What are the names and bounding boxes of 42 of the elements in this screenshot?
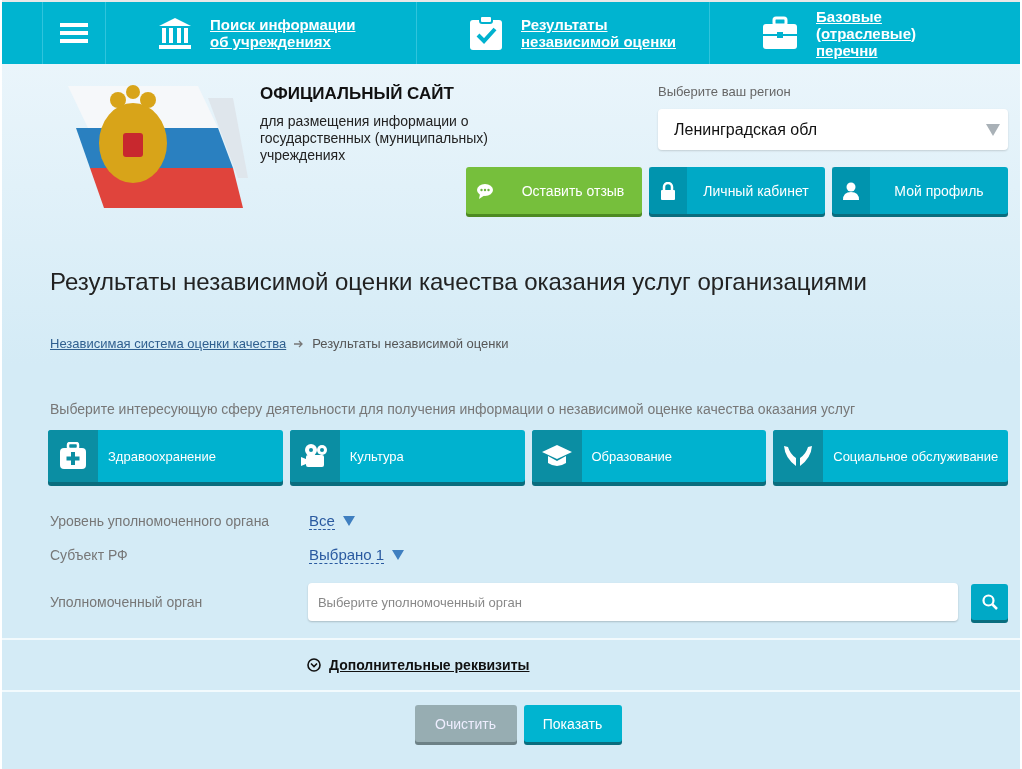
breadcrumb-current: Результаты независимой оценки: [312, 336, 509, 351]
arrow-right-icon: [294, 339, 305, 348]
page-title: Результаты независимой оценки качества оказания услуг организациями: [50, 268, 868, 296]
region-dropdown[interactable]: Ленинградская обл: [658, 109, 1008, 150]
expand-toggle-link[interactable]: Дополнительные реквизиты: [307, 657, 530, 673]
region-label: Выберите ваш регион: [658, 84, 792, 99]
columns-icon: [158, 16, 192, 50]
cupped-hands-icon: [782, 444, 815, 468]
briefcase-icon: [762, 16, 798, 50]
clipboard-check-icon: [469, 15, 503, 51]
dropdown-link[interactable]: Все: [309, 512, 335, 530]
person-icon: [843, 181, 859, 200]
dropdown-triangle-icon: [342, 516, 355, 526]
site-title: ОФИЦИАЛЬНЫЙ САЙТ: [260, 84, 455, 104]
menu-button[interactable]: [60, 22, 88, 44]
nav-link[interactable]: Поиск информации об учреждениях: [210, 16, 370, 50]
movie-camera-icon: [299, 443, 330, 469]
search-icon: [981, 594, 998, 610]
speech-bubble-icon: [476, 182, 494, 199]
prompt-text: Выберите интересующую сферу деятельности для получения информации о независимой оценке качества оказания услуг: [50, 401, 857, 417]
breadcrumb-link[interactable]: Независимая система оценки качества: [50, 336, 287, 351]
graduation-cap-icon: [540, 443, 573, 469]
clear-button[interactable]: Очистить: [414, 705, 517, 742]
account-button[interactable]: Личный кабинет: [649, 167, 825, 214]
profile-button[interactable]: Мой профиль: [832, 167, 1008, 214]
dropdown-triangle-icon: [986, 123, 1000, 136]
feedback-button[interactable]: Оставить отзыв: [466, 167, 642, 214]
lock-icon: [661, 181, 675, 200]
filter-label: Уполномоченный орган: [49, 594, 204, 610]
filter-label: Уровень уполномоченного органа: [49, 513, 271, 529]
dropdown-triangle-icon: [392, 550, 405, 560]
chevron-down-circle-icon: [307, 658, 321, 672]
nav-link[interactable]: Базовые (отраслевые) перечни: [816, 7, 976, 59]
show-button[interactable]: Показать: [523, 705, 622, 742]
nav-link[interactable]: Результаты независимой оценки: [521, 16, 681, 50]
search-field[interactable]: Выберите уполномоченный орган: [307, 583, 959, 621]
menu-icon: [60, 22, 88, 44]
search-button[interactable]: [971, 584, 1008, 620]
dropdown-link[interactable]: Выбрано 1: [309, 546, 385, 564]
medical-kit-icon: [59, 442, 87, 470]
site-subtitle: для размещения информации о государственных (муниципальных) учреждениях: [260, 113, 489, 164]
filter-label: Субъект РФ: [49, 547, 129, 563]
